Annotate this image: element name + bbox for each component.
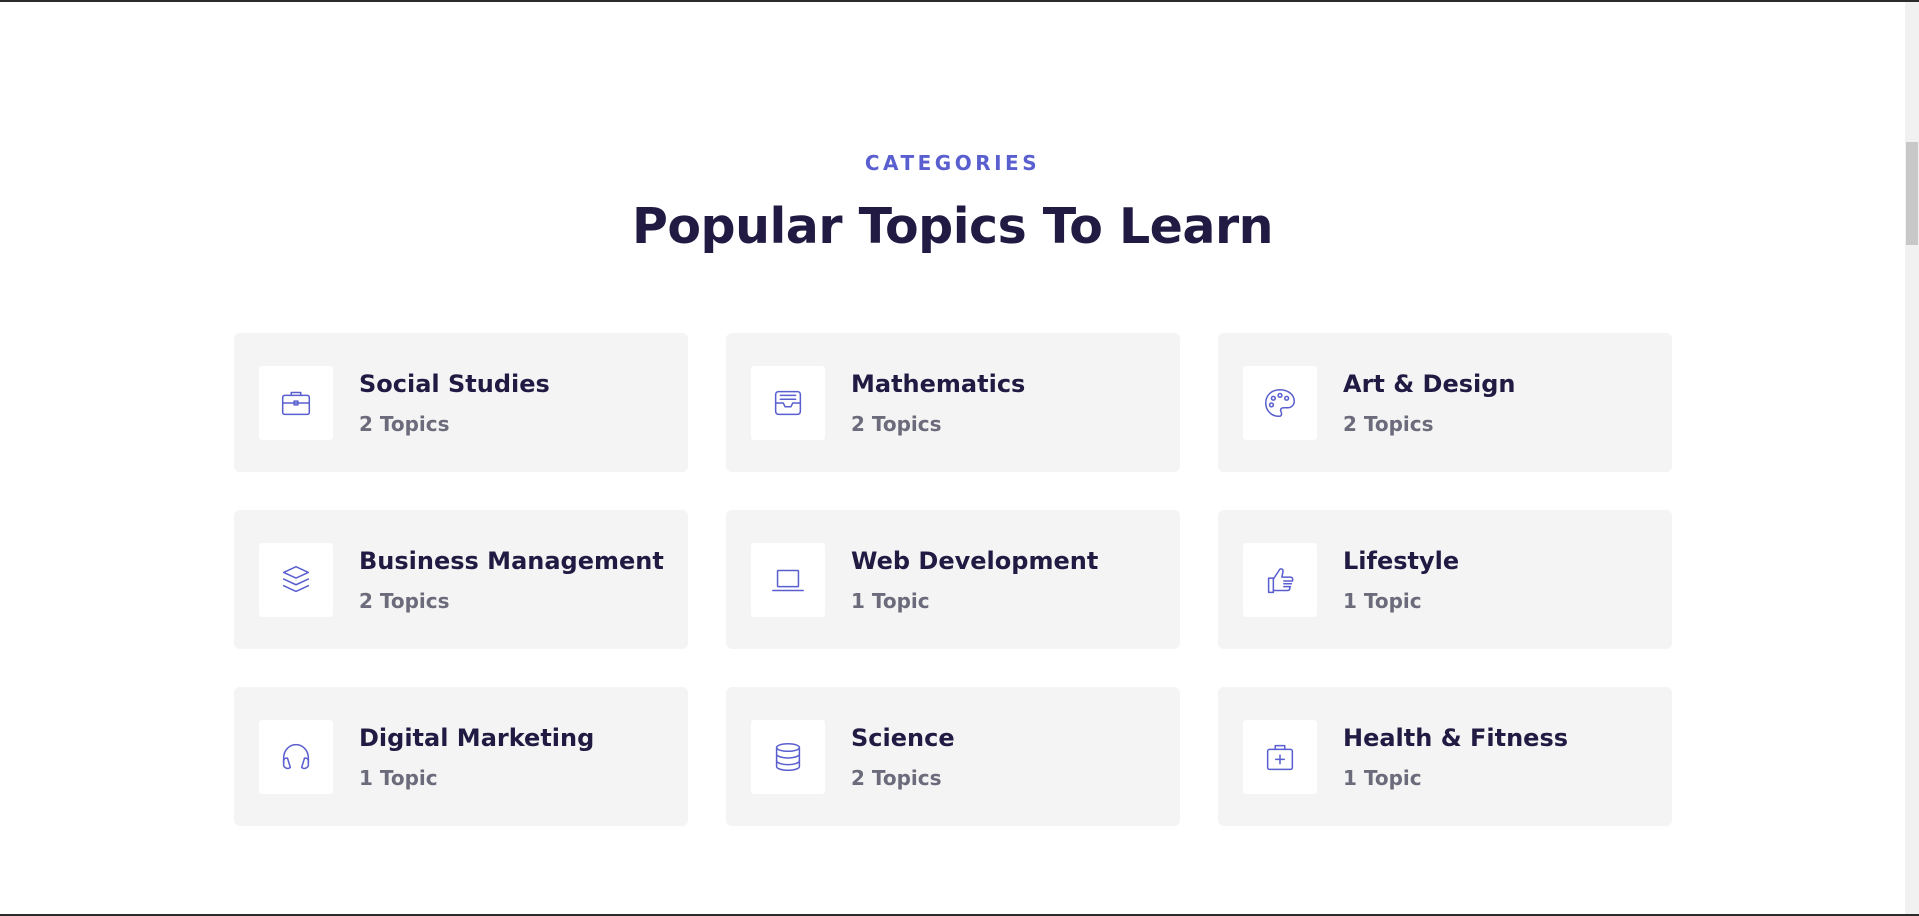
category-icon-box: [1243, 719, 1317, 794]
category-icon-box: [1243, 365, 1317, 440]
category-count: 2 Topics: [359, 412, 450, 436]
category-card-social-studies[interactable]: Social Studies 2 Topics: [234, 333, 688, 472]
laptop-icon: [772, 569, 804, 591]
category-icon-box: [1243, 542, 1317, 617]
category-name: Art & Design: [1343, 370, 1516, 398]
category-icon-box: [751, 719, 825, 794]
category-count: 2 Topics: [359, 589, 450, 613]
category-count: 2 Topics: [851, 766, 942, 790]
layers-icon: [282, 565, 310, 592]
category-card-health-fitness[interactable]: Health & Fitness 1 Topic: [1218, 687, 1672, 826]
headphones-icon: [282, 743, 310, 769]
palette-icon: [1264, 388, 1296, 417]
category-grid: Social Studies 2 Topics Mathematics 2 To…: [234, 333, 1672, 826]
category-card-mathematics[interactable]: Mathematics 2 Topics: [726, 333, 1180, 472]
medical-kit-icon: [1266, 744, 1294, 770]
thumbs-up-icon: [1267, 567, 1294, 593]
category-icon-box: [259, 365, 333, 440]
category-count: 1 Topic: [1343, 589, 1422, 613]
category-name: Lifestyle: [1343, 547, 1460, 575]
briefcase-icon: [281, 391, 311, 415]
category-card-art-design[interactable]: Art & Design 2 Topics: [1218, 333, 1672, 472]
database-icon: [775, 742, 801, 771]
category-card-web-development[interactable]: Web Development 1 Topic: [726, 510, 1180, 649]
category-name: Social Studies: [359, 370, 550, 398]
category-name: Business Management: [359, 547, 664, 575]
category-icon-box: [259, 719, 333, 794]
category-name: Mathematics: [851, 370, 1026, 398]
inbox-tray-icon: [774, 390, 802, 415]
category-icon-box: [751, 542, 825, 617]
category-name: Science: [851, 724, 955, 752]
category-card-science[interactable]: Science 2 Topics: [726, 687, 1180, 826]
category-card-business-management[interactable]: Business Management 2 Topics: [234, 510, 688, 649]
vertical-scrollbar[interactable]: [1905, 2, 1919, 914]
section-title: Popular Topics To Learn: [631, 198, 1274, 255]
category-card-digital-marketing[interactable]: Digital Marketing 1 Topic: [234, 687, 688, 826]
category-count: 1 Topic: [1343, 766, 1422, 790]
scrollbar-thumb[interactable]: [1906, 142, 1918, 245]
category-card-lifestyle[interactable]: Lifestyle 1 Topic: [1218, 510, 1672, 649]
category-count: 2 Topics: [1343, 412, 1434, 436]
category-name: Web Development: [851, 547, 1099, 575]
category-name: Digital Marketing: [359, 724, 595, 752]
section-eyebrow: CATEGORIES: [864, 151, 1041, 175]
category-count: 1 Topic: [359, 766, 438, 790]
category-icon-box: [751, 365, 825, 440]
category-count: 2 Topics: [851, 412, 942, 436]
category-name: Health & Fitness: [1343, 724, 1569, 752]
category-icon-box: [259, 542, 333, 617]
category-count: 1 Topic: [851, 589, 930, 613]
